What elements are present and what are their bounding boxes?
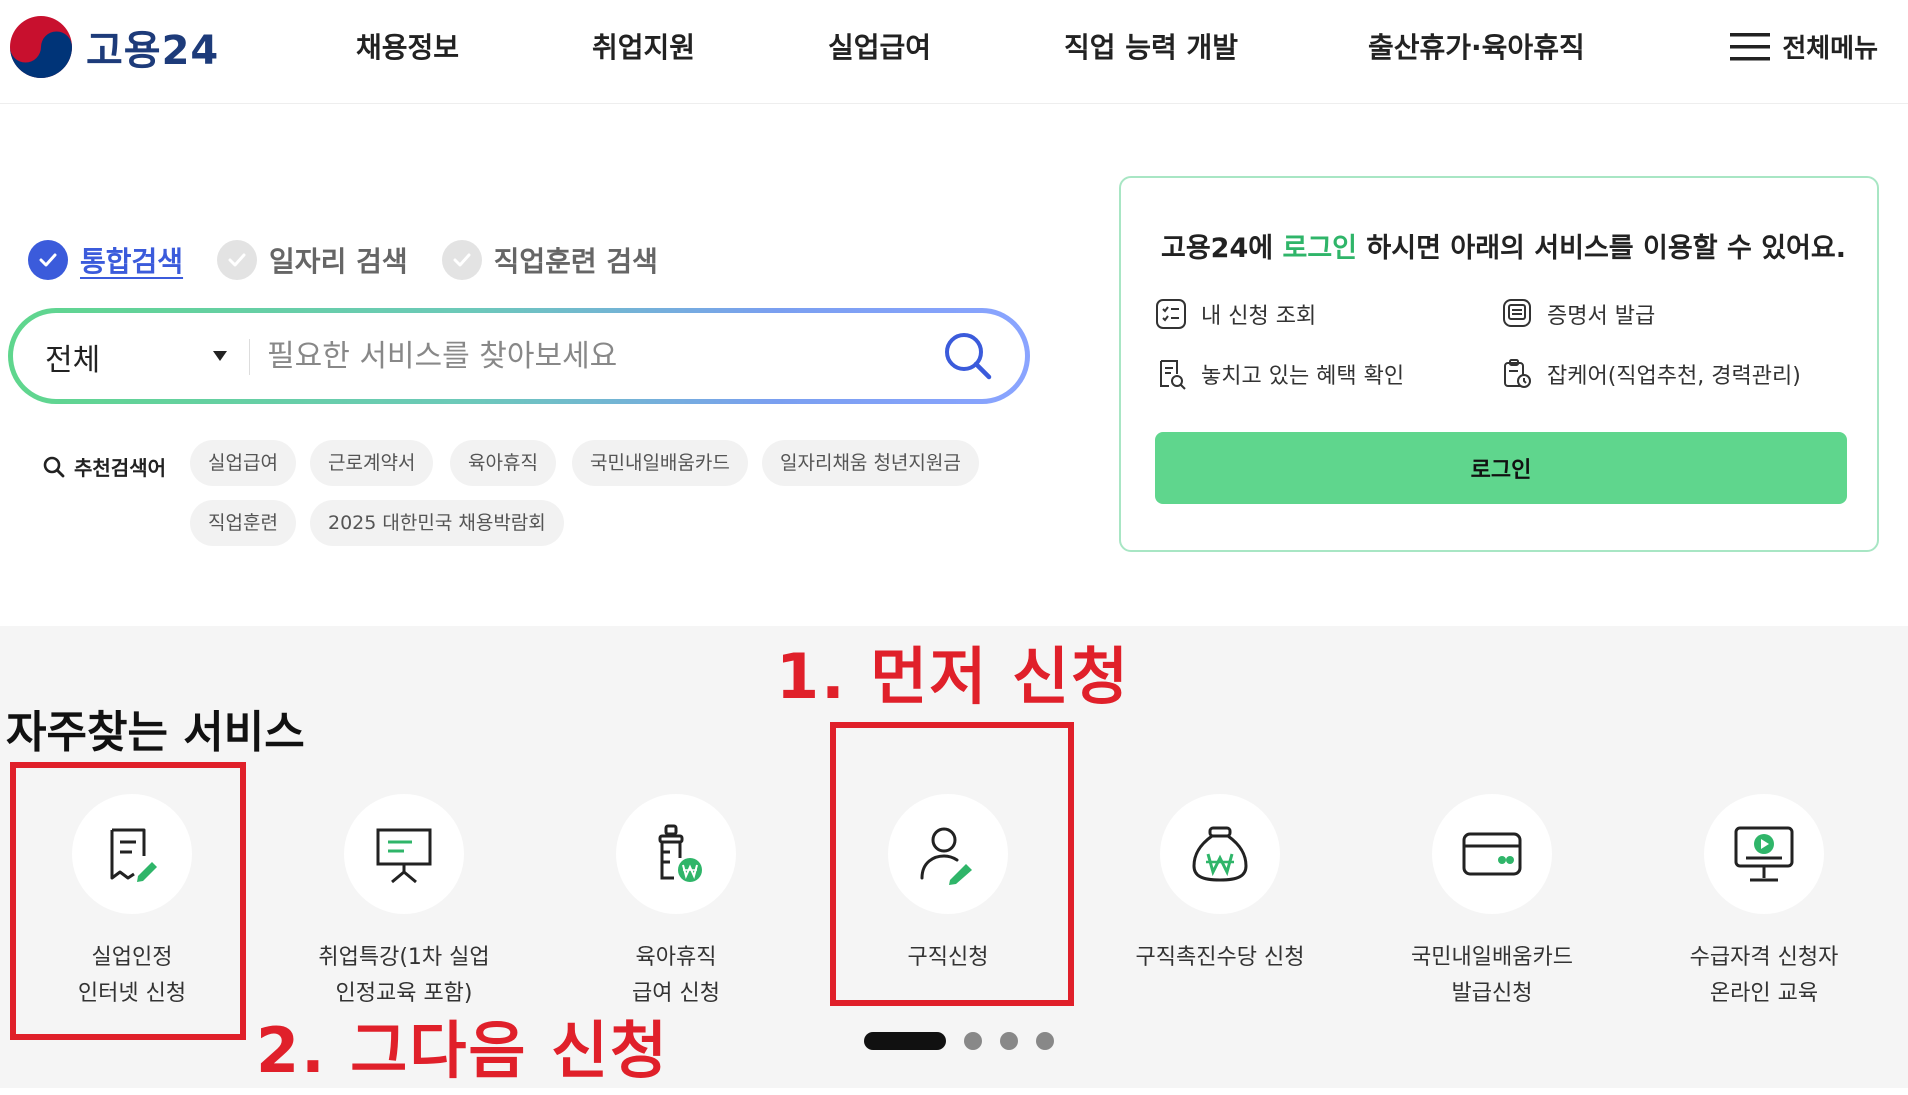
service-label: 수급자격 신청자 온라인 교육 [1689, 945, 1839, 1006]
login-message-pre: 고용24에 [1161, 233, 1283, 264]
check-circle-icon [28, 240, 68, 280]
card-icon [1462, 832, 1522, 876]
service-icon-circle [344, 794, 464, 914]
site-header: 고용24 채용정보 취업지원 실업급여 직업 능력 개발 출산휴가·육아휴직 전… [0, 0, 1908, 104]
annotation-first-label: 1. 먼저 신청 [776, 640, 1131, 713]
service-label: 증명서 발급 [1547, 304, 1656, 329]
service-icon-circle [1432, 794, 1552, 914]
service-icon-circle [1704, 794, 1824, 914]
service-my-applications[interactable]: 내 신청 조회 [1155, 298, 1316, 330]
search-bar: 전체 [8, 308, 1030, 404]
tab-label: 통합검색 [80, 245, 184, 278]
service-job-lecture[interactable]: 취업특강(1차 실업 인정교육 포함) [284, 794, 524, 1012]
service-online-education[interactable]: 수급자격 신청자 온라인 교육 [1644, 794, 1884, 1012]
keyword-chip[interactable]: 실업급여 [190, 440, 296, 486]
search-type-tabs: 통합검색 일자리 검색 직업훈련 검색 [28, 240, 692, 280]
service-benefits-check[interactable]: 놓치고 있는 혜택 확인 [1155, 358, 1404, 390]
service-jobcare[interactable]: 잡케어(직업추천, 경력관리) [1501, 358, 1801, 390]
service-label: 놓치고 있는 혜택 확인 [1201, 364, 1405, 389]
monitor-play-icon [1734, 826, 1794, 882]
tab-job-search[interactable]: 일자리 검색 [217, 240, 408, 280]
nav-item-employment-support[interactable]: 취업지원 [592, 26, 695, 66]
pagination-dot-4[interactable] [1036, 1032, 1054, 1050]
keyword-chip[interactable]: 일자리채움 청년지원금 [762, 440, 979, 486]
login-message: 고용24에 로그인 하시면 아래의 서비스를 이용할 수 있어요. [1161, 226, 1846, 265]
search-bar-inner: 전체 [13, 313, 1025, 399]
annotation-box-first [830, 722, 1074, 1006]
hamburger-icon [1730, 32, 1771, 60]
login-button[interactable]: 로그인 [1155, 432, 1847, 504]
tab-label: 일자리 검색 [269, 245, 408, 278]
service-label: 구직촉진수당 신청 [1135, 945, 1305, 970]
check-circle-icon [217, 240, 258, 280]
tab-label: 직업훈련 검색 [493, 245, 658, 278]
annotation-second-label: 2. 그다음 신청 [256, 1014, 670, 1087]
all-menu-label: 전체메뉴 [1782, 34, 1878, 64]
nav-item-jobs-info[interactable]: 채용정보 [356, 26, 459, 66]
recommended-keywords-label: 추천검색어 [42, 452, 166, 481]
service-icon-circle [616, 794, 736, 914]
jobcare-icon [1504, 359, 1531, 388]
presentation-board-icon [376, 828, 432, 884]
keyword-chip[interactable]: 국민내일배움카드 [572, 440, 748, 486]
service-certificate[interactable]: 증명서 발급 [1501, 298, 1655, 330]
search-input[interactable] [267, 329, 927, 383]
all-menu-button[interactable]: 전체메뉴 [1730, 28, 1878, 65]
nav-item-parental-leave[interactable]: 출산휴가·육아휴직 [1368, 26, 1585, 66]
service-label: 국민내일배움카드 발급신청 [1411, 945, 1573, 1006]
tab-integrated-search[interactable]: 통합검색 [28, 240, 183, 280]
search-icon [43, 456, 65, 477]
login-message-highlight[interactable]: 로그인 [1283, 233, 1358, 264]
service-training-card[interactable]: 국민내일배움카드 발급신청 [1372, 794, 1612, 1012]
annotation-box-second [10, 762, 246, 1040]
keyword-chip[interactable]: 근로계약서 [310, 440, 434, 486]
pagination-dot-2[interactable] [964, 1032, 982, 1050]
service-label: 내 신청 조회 [1201, 304, 1317, 329]
service-parental-leave-benefit[interactable]: 육아휴직 급여 신청 [556, 794, 796, 1012]
service-label: 잡케어(직업추천, 경력관리) [1547, 364, 1801, 389]
keyword-chip[interactable]: 2025 대한민국 채용박람회 [310, 500, 564, 546]
nav-item-unemployment-benefit[interactable]: 실업급여 [828, 26, 931, 66]
baby-bottle-won-icon [658, 824, 702, 882]
keyword-chip[interactable]: 육아휴직 [450, 440, 556, 486]
money-bag-won-icon [1192, 826, 1248, 882]
checklist-icon [1156, 299, 1186, 329]
recommended-label-text: 추천검색어 [74, 456, 166, 480]
login-panel: 고용24에 로그인 하시면 아래의 서비스를 이용할 수 있어요. 내 신청 조… [1119, 176, 1879, 552]
pagination-dot-3[interactable] [1000, 1032, 1018, 1050]
check-circle-icon [441, 240, 482, 280]
section-title: 자주찾는 서비스 [6, 707, 305, 758]
nav-item-skills-development[interactable]: 직업 능력 개발 [1064, 26, 1238, 66]
service-icon-circle [1160, 794, 1280, 914]
keyword-chip[interactable]: 직업훈련 [190, 500, 296, 546]
service-job-promotion-allowance[interactable]: 구직촉진수당 신청 [1100, 794, 1340, 976]
caret-down-icon[interactable] [213, 351, 227, 361]
certificate-icon [1503, 299, 1531, 327]
category-select[interactable]: 전체 [45, 335, 100, 379]
login-message-post: 하시면 아래의 서비스를 이용할 수 있어요. [1357, 233, 1846, 264]
divider [249, 339, 250, 375]
benefit-search-icon [1160, 360, 1186, 390]
main-nav: 채용정보 취업지원 실업급여 직업 능력 개발 출산휴가·육아휴직 [0, 26, 1908, 70]
tab-training-search[interactable]: 직업훈련 검색 [441, 240, 658, 280]
search-icon[interactable] [941, 329, 995, 383]
pagination-dot-1[interactable] [864, 1032, 946, 1050]
carousel-pagination [864, 1032, 1054, 1050]
